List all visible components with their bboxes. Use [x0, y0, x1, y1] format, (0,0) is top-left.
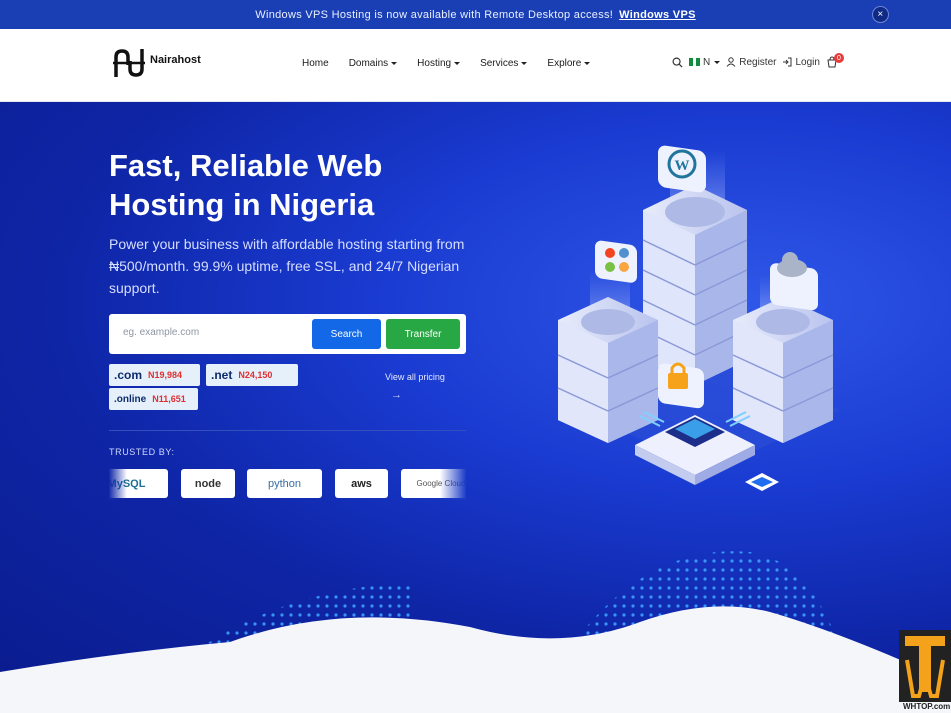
- main-nav: Home Domains Hosting Services Explore: [302, 58, 610, 69]
- brand-name: Nairahost: [150, 54, 201, 66]
- tld-name: .net: [211, 368, 233, 382]
- caret-down-icon: [454, 62, 461, 65]
- watermark-text: WHTOP.com: [903, 702, 951, 711]
- python-logo: python: [247, 469, 322, 498]
- login-label: Login: [795, 56, 820, 68]
- tld-name: .online: [114, 393, 147, 405]
- currency-label: N: [703, 56, 711, 68]
- site-header: Nairahost Home Domains Hosting Services …: [0, 29, 951, 102]
- caret-down-icon: [391, 62, 398, 65]
- transfer-button[interactable]: Transfer: [386, 319, 460, 349]
- svg-text:W: W: [675, 158, 690, 174]
- nav-label: Services: [480, 58, 519, 69]
- register-label: Register: [739, 56, 777, 68]
- whtop-watermark: WHTOP.com: [899, 630, 951, 713]
- cloud-icon: [770, 252, 818, 311]
- nav-explore[interactable]: Explore: [547, 58, 591, 69]
- nav-services[interactable]: Services: [480, 58, 528, 69]
- center-server: [642, 185, 748, 385]
- view-all-pricing-link[interactable]: View all pricing →: [385, 372, 445, 401]
- tld-com[interactable]: .com N19,984: [109, 364, 200, 386]
- right-server: [732, 297, 834, 443]
- left-server: [557, 297, 659, 443]
- search-button[interactable]: Search: [312, 319, 381, 349]
- nav-label: Hosting: [417, 58, 452, 69]
- nigeria-flag-icon: [689, 58, 701, 66]
- hero-title: Fast, Reliable Web Hosting in Nigeria: [109, 148, 383, 222]
- node-logo: node: [181, 469, 235, 498]
- fade-right: [440, 468, 466, 500]
- currency-selector[interactable]: N: [689, 56, 721, 68]
- header-tools: N Register Login 0: [672, 53, 844, 68]
- trusted-by-label: TRUSTED BY:: [109, 447, 175, 457]
- aws-logo: aws: [335, 469, 388, 498]
- register-link[interactable]: Register: [726, 57, 776, 68]
- server-illustration: W: [557, 145, 840, 491]
- domain-search-input[interactable]: eg. example.com: [123, 327, 199, 338]
- cart-count-badge: 0: [834, 53, 844, 63]
- nav-label: Home: [302, 58, 329, 69]
- close-announcement-button[interactable]: ×: [872, 6, 889, 23]
- announcement-text: Windows VPS Hosting is now available wit…: [255, 8, 614, 21]
- tld-name: .com: [114, 368, 143, 382]
- tld-price: N19,984: [148, 370, 183, 380]
- fade-left: [109, 468, 127, 500]
- caret-down-icon: [584, 62, 591, 65]
- view-all-label: View all pricing: [385, 372, 445, 382]
- nairahost-logo-icon: [113, 49, 145, 77]
- tld-price: N24,150: [238, 370, 273, 380]
- trusted-logos: MySQL node python aws Google Cloud: [109, 468, 466, 500]
- nav-label: Domains: [348, 58, 389, 69]
- page-bottom: [0, 677, 951, 713]
- announcement-link[interactable]: Windows VPS: [619, 9, 696, 21]
- nav-home[interactable]: Home: [302, 58, 329, 69]
- lock-icon: [658, 362, 704, 409]
- wordpress-icon: W: [658, 145, 706, 193]
- nav-label: Explore: [547, 58, 582, 69]
- divider: [109, 430, 466, 431]
- joomla-icon: [595, 240, 637, 283]
- user-icon: [726, 57, 736, 67]
- nav-domains[interactable]: Domains: [348, 58, 398, 69]
- tld-online[interactable]: .online N11,651: [109, 388, 198, 410]
- tld-net[interactable]: .net N24,150: [206, 364, 298, 386]
- nav-hosting[interactable]: Hosting: [417, 58, 461, 69]
- whtop-logo-icon: [899, 630, 951, 702]
- announcement-bar: Windows VPS Hosting is now available wit…: [0, 0, 951, 29]
- login-link[interactable]: Login: [782, 56, 820, 68]
- search-icon[interactable]: [672, 57, 683, 68]
- hero-lead: Power your business with affordable host…: [109, 236, 465, 296]
- domain-search-form: eg. example.com Search Transfer: [109, 314, 466, 354]
- logo[interactable]: Nairahost: [112, 47, 201, 79]
- arrow-right-icon: →: [391, 389, 402, 401]
- hero-section: Fast, Reliable Web Hosting in Nigeria Po…: [0, 102, 951, 677]
- caret-down-icon: [714, 60, 721, 64]
- tld-price: N11,651: [152, 394, 186, 404]
- hero-wave: [0, 606, 940, 677]
- caret-down-icon: [521, 62, 528, 65]
- login-icon: [783, 57, 792, 67]
